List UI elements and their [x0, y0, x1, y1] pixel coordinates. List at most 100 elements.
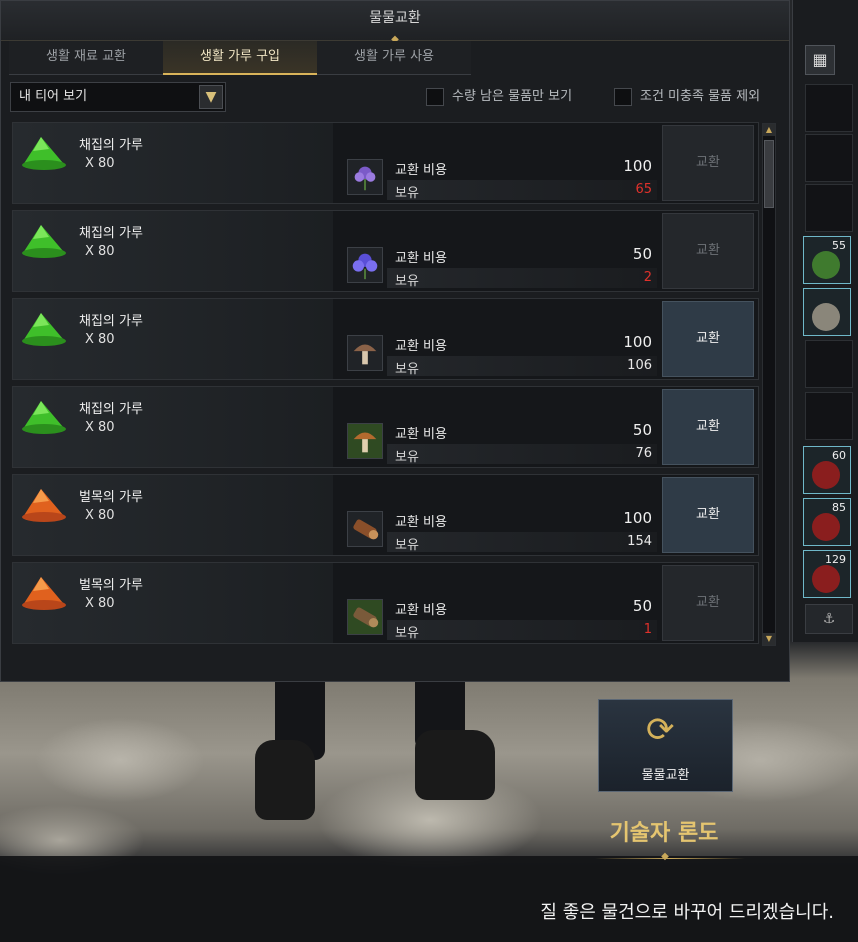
cost-value: 50 [632, 597, 652, 615]
potion-icon [812, 513, 840, 541]
cost-value: 50 [632, 421, 652, 439]
exchange-button[interactable]: 교환 [662, 213, 754, 289]
potion-icon [812, 565, 840, 593]
item-quantity: X 80 [85, 244, 115, 259]
scroll-down-icon[interactable]: ▼ [763, 633, 775, 645]
timber-icon [347, 511, 383, 547]
mushroom-icon [347, 335, 383, 371]
owned-label: 보유 [395, 186, 419, 201]
exchange-button[interactable]: 교환 [662, 301, 754, 377]
slot-count: 55 [832, 239, 846, 252]
barter-action-button[interactable]: ⟳ 물물교환 [598, 699, 733, 792]
owned-value: 106 [627, 358, 652, 373]
cost-label: 교환 비용 [395, 515, 447, 530]
checkbox-box[interactable] [426, 87, 444, 106]
item-quantity: X 80 [85, 508, 115, 523]
owned-value: 2 [643, 270, 652, 285]
tier-dropdown[interactable]: 내 티어 보기 ▼ [10, 82, 226, 112]
checkbox-remaining-only[interactable]: 수량 남은 물품만 보기 [426, 87, 572, 107]
item-quantity: X 80 [85, 596, 115, 611]
tab-bar: 생활 재료 교환 생활 가루 구입 생활 가루 사용 [9, 41, 471, 75]
owned-label: 보유 [395, 274, 419, 289]
cost-label: 교환 비용 [395, 603, 447, 618]
item-name: 벌목의 가루 [79, 490, 143, 505]
item-name: 채집의 가루 [79, 226, 143, 241]
checkbox-unmet-label: 조건 미충족 물품 제외 [640, 89, 761, 104]
checkbox-box[interactable] [614, 87, 632, 106]
npc-dialog-text: 질 좋은 물건으로 바꾸어 드리겠습니다. [540, 902, 834, 923]
ore-icon [812, 303, 840, 331]
inventory-slot[interactable]: 60 [803, 446, 851, 494]
inventory-slot[interactable] [805, 392, 853, 440]
inventory-slot[interactable]: 55 [803, 236, 851, 284]
owned-value: 76 [635, 446, 652, 461]
barter-action-label: 물물교환 [641, 768, 690, 783]
scrollbar-thumb[interactable] [764, 140, 774, 208]
cost-label: 교환 비용 [395, 251, 447, 266]
list-scrollbar[interactable]: ▲ ▼ [762, 123, 776, 646]
green-powder-icon [22, 313, 66, 346]
purple-flower-icon [347, 159, 383, 195]
cost-value: 100 [623, 157, 652, 175]
inventory-panel: ▦ 55 60 85 129 ⚓ [792, 0, 858, 642]
exchange-button[interactable]: 교환 [662, 389, 754, 465]
exchange-row: 채집의 가루 X 80 교환 비용 100 보유 65 교환 [12, 122, 759, 204]
orange-powder-icon [22, 489, 66, 522]
sort-icon[interactable]: ⚓ [805, 604, 853, 634]
orange-powder-icon [22, 577, 66, 610]
owned-label: 보유 [395, 362, 419, 377]
scroll-up-icon[interactable]: ▲ [763, 124, 775, 136]
potion-icon [812, 461, 840, 489]
cost-label: 교환 비용 [395, 339, 447, 354]
owned-label: 보유 [395, 626, 419, 641]
owned-label: 보유 [395, 538, 419, 553]
owned-value: 65 [635, 182, 652, 197]
green-powder-icon [22, 225, 66, 258]
filter-row: 내 티어 보기 ▼ 수량 남은 물품만 보기 조건 미충족 물품 제외 [10, 82, 777, 112]
cost-label: 교환 비용 [395, 427, 447, 442]
item-quantity: X 80 [85, 156, 115, 171]
inventory-slot[interactable]: 129 [803, 550, 851, 598]
exchange-row: 벌목의 가루 X 80 교환 비용 50 보유 1 교환 [12, 562, 759, 644]
owned-value: 1 [643, 622, 652, 637]
cost-value: 50 [632, 245, 652, 263]
inventory-slot[interactable]: 85 [803, 498, 851, 546]
chevron-down-icon[interactable]: ▼ [199, 85, 223, 109]
slot-count: 129 [825, 553, 846, 566]
exchange-button[interactable]: 교환 [662, 125, 754, 201]
green-powder-icon [22, 401, 66, 434]
item-quantity: X 80 [85, 332, 115, 347]
inventory-slot[interactable] [803, 288, 851, 336]
owned-value: 154 [627, 534, 652, 549]
grid-view-icon[interactable]: ▦ [805, 45, 835, 75]
blue-flower-icon [347, 247, 383, 283]
exchange-arrows-icon: ⟳ [646, 710, 675, 750]
checkbox-remaining-label: 수량 남은 물품만 보기 [452, 89, 573, 104]
exchange-row: 채집의 가루 X 80 교환 비용 100 보유 106 교환 [12, 298, 759, 380]
checkbox-exclude-unmet[interactable]: 조건 미충족 물품 제외 [614, 87, 760, 107]
cost-value: 100 [623, 333, 652, 351]
exchange-row: 채집의 가루 X 80 교환 비용 50 보유 76 교환 [12, 386, 759, 468]
timber-icon [347, 599, 383, 635]
item-name: 채집의 가루 [79, 314, 143, 329]
inventory-slot[interactable] [805, 340, 853, 388]
exchange-button[interactable]: 교환 [662, 565, 754, 641]
inventory-slot[interactable] [805, 134, 853, 182]
exchange-row: 벌목의 가루 X 80 교환 비용 100 보유 154 교환 [12, 474, 759, 556]
herb-icon [812, 251, 840, 279]
barter-window: 물물교환 ◆ 생활 재료 교환 생활 가루 구입 생활 가루 사용 내 티어 보… [0, 0, 790, 682]
tab-powder-use[interactable]: 생활 가루 사용 [317, 41, 471, 75]
tab-material-exchange[interactable]: 생활 재료 교환 [9, 41, 163, 75]
exchange-button[interactable]: 교환 [662, 477, 754, 553]
item-quantity: X 80 [85, 420, 115, 435]
cost-label: 교환 비용 [395, 163, 447, 178]
exchange-list: 채집의 가루 X 80 교환 비용 100 보유 65 교환 채집의 가루 X … [12, 122, 759, 647]
tab-powder-purchase[interactable]: 생활 가루 구입 [163, 41, 317, 75]
item-name: 채집의 가루 [79, 402, 143, 417]
window-title-bar: 물물교환 ◆ [1, 1, 789, 45]
window-title: 물물교환 [369, 10, 421, 26]
inventory-slot[interactable] [805, 184, 853, 232]
exchange-row: 채집의 가루 X 80 교환 비용 50 보유 2 교환 [12, 210, 759, 292]
slot-count: 85 [832, 501, 846, 514]
inventory-slot[interactable] [805, 84, 853, 132]
